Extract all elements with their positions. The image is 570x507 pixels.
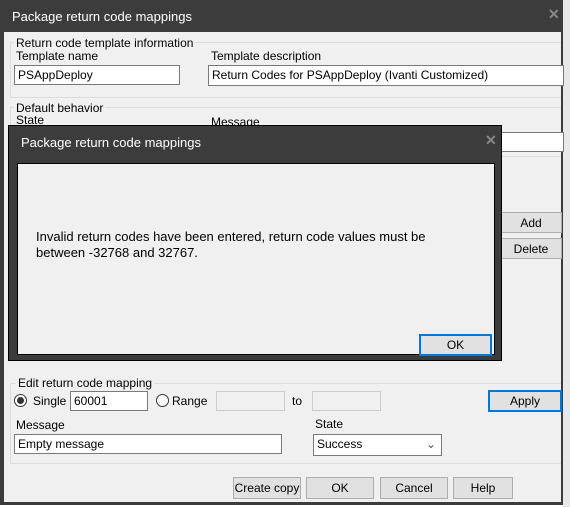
modal-ok-button[interactable]: OK [419,334,492,356]
cancel-button[interactable]: Cancel [380,477,448,499]
state-select[interactable]: Success ⌄ [313,434,442,456]
add-button[interactable]: Add [500,212,562,233]
single-label: Single [33,394,67,408]
modal-message: Invalid return codes have been entered, … [36,229,426,260]
single-radio[interactable] [14,394,27,407]
state-value: Success [317,437,363,451]
help-button[interactable]: Help [453,477,513,499]
error-modal: Package return code mappings ✕ Invalid r… [8,125,502,361]
close-icon[interactable]: ✕ [548,6,560,23]
range-from-input[interactable] [216,391,285,411]
apply-button[interactable]: Apply [488,390,562,412]
group-legend: Return code template information [14,36,196,50]
template-name-label: Template name [16,49,99,63]
modal-title: Package return code mappings [21,135,201,150]
ok-button[interactable]: OK [306,477,374,499]
template-desc-input[interactable]: Return Codes for PSAppDeploy (Ivanti Cus… [208,65,564,86]
template-name-input[interactable]: PSAppDeploy [14,65,180,85]
range-to-input[interactable] [312,391,381,411]
background-window-edge [563,0,570,507]
range-label: Range [172,394,208,408]
template-desc-label: Template description [211,49,322,63]
to-label: to [292,394,303,408]
close-icon[interactable]: ✕ [485,132,497,149]
range-radio[interactable] [156,394,169,407]
create-copy-button[interactable]: Create copy [233,477,301,499]
chevron-down-icon: ⌄ [425,437,436,451]
delete-button[interactable]: Delete [500,238,562,259]
message-input[interactable]: Empty message [14,434,282,454]
group-legend: Edit return code mapping [16,376,155,390]
modal-panel: Invalid return codes have been entered, … [17,163,495,356]
dialog-title: Package return code mappings [12,9,192,24]
state-label: State [315,417,344,431]
message-label: Message [16,418,65,432]
single-code-input[interactable]: 60001 [70,391,148,411]
